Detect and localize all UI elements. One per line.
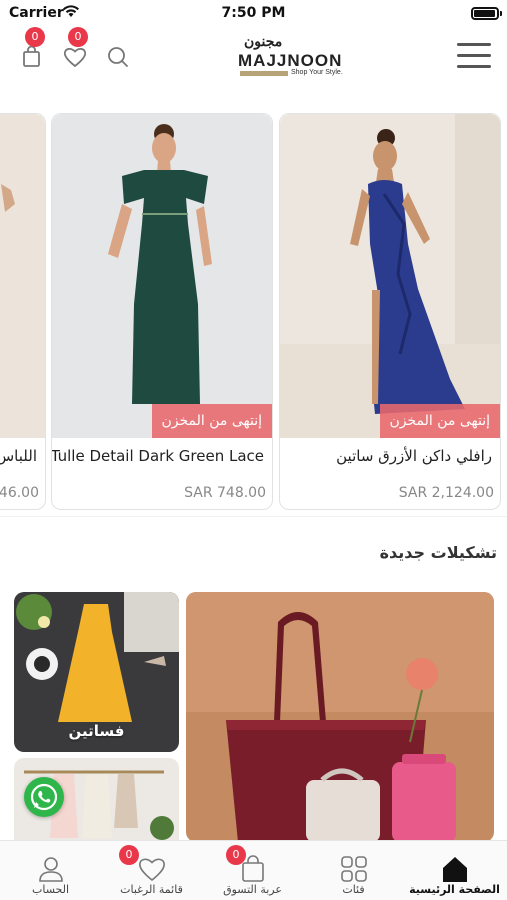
tab-home[interactable]: الصفحة الرئيسية: [404, 841, 505, 900]
product-carousel[interactable]: إنتهى من المخزن رافلي داكن الأزرق ساتين …: [0, 113, 507, 513]
product-card[interactable]: إنتهى من المخزن Tulle Detail Dark Green …: [51, 113, 273, 510]
collection-tile-dresses[interactable]: فساتين: [14, 592, 179, 752]
wishlist-tab-badge: 0: [119, 845, 139, 865]
product-price: SAR 748.00: [184, 485, 266, 501]
app-header: 0 0 مجنون MAJJNOON Shop Your Style.: [0, 27, 507, 88]
out-of-stock-label: إنتهى من المخزن: [379, 404, 500, 438]
product-image: [52, 114, 272, 438]
heart-icon: [63, 48, 87, 68]
logo-english: MAJJNOON: [238, 51, 343, 70]
logo-accent-bar: [240, 71, 288, 76]
cart-badge: 0: [25, 27, 45, 47]
search-button[interactable]: [106, 45, 130, 69]
collection-tile-label: فساتين: [68, 722, 125, 740]
wishlist-button[interactable]: 0: [62, 27, 88, 69]
cart-button[interactable]: 0: [20, 27, 45, 69]
tab-wishlist-label: قائمة الرغبات: [120, 883, 183, 896]
section-title-new-collections: تشكيلات جديدة: [379, 543, 497, 562]
tab-cart-label: عربة التسوق: [223, 883, 282, 896]
collection-tile-bags[interactable]: [186, 592, 494, 842]
bottom-tab-bar: الصفحة الرئيسية فئات 0 عربة التسوق 0 قائ…: [0, 840, 507, 900]
brand-logo[interactable]: مجنون MAJJNOON Shop Your Style.: [238, 34, 350, 80]
search-icon: [108, 47, 128, 67]
wishlist-badge: 0: [68, 27, 88, 47]
tab-categories[interactable]: فئات: [303, 841, 404, 900]
tab-home-label: الصفحة الرئيسية: [409, 883, 500, 896]
grid-icon: [340, 856, 367, 882]
product-image: [0, 114, 45, 438]
product-card[interactable]: إنتهى من المخزن رافلي داكن الأزرق ساتين …: [279, 113, 501, 510]
battery-nub: [500, 11, 502, 16]
clock: 7:50 PM: [221, 5, 286, 21]
product-title: اللباس: [0, 447, 37, 465]
logo-arabic: مجنون: [244, 34, 283, 50]
menu-icon[interactable]: [457, 43, 491, 69]
section-divider: [0, 516, 507, 517]
tab-account[interactable]: الحساب: [0, 841, 101, 900]
product-title: Tulle Detail Dark Green Lace: [51, 447, 264, 465]
tab-wishlist[interactable]: 0 قائمة الرغبات: [101, 841, 202, 900]
heart-icon: [138, 858, 165, 882]
logo-tagline: Shop Your Style.: [291, 69, 343, 76]
user-icon: [38, 857, 63, 882]
product-card[interactable]: اللباس 46.00: [0, 113, 46, 510]
cart-tab-badge: 0: [226, 845, 246, 865]
battery-icon: [471, 7, 499, 20]
home-icon: [442, 857, 467, 882]
tab-account-label: الحساب: [31, 883, 70, 896]
tab-cart[interactable]: 0 عربة التسوق: [202, 841, 303, 900]
shopping-bag-icon: [23, 45, 40, 67]
product-price: 46.00: [0, 485, 39, 501]
whatsapp-button[interactable]: [24, 777, 64, 817]
status-bar: Carrier 7:50 PM: [0, 0, 507, 28]
tab-categories-label: فئات: [342, 883, 365, 896]
whatsapp-icon: [30, 783, 58, 811]
bags-image: [186, 592, 494, 842]
product-image: [280, 114, 500, 438]
out-of-stock-label: إنتهى من المخزن: [151, 404, 272, 438]
product-price: SAR 2,124.00: [398, 485, 494, 501]
product-title: رافلي داكن الأزرق ساتين: [336, 447, 492, 465]
